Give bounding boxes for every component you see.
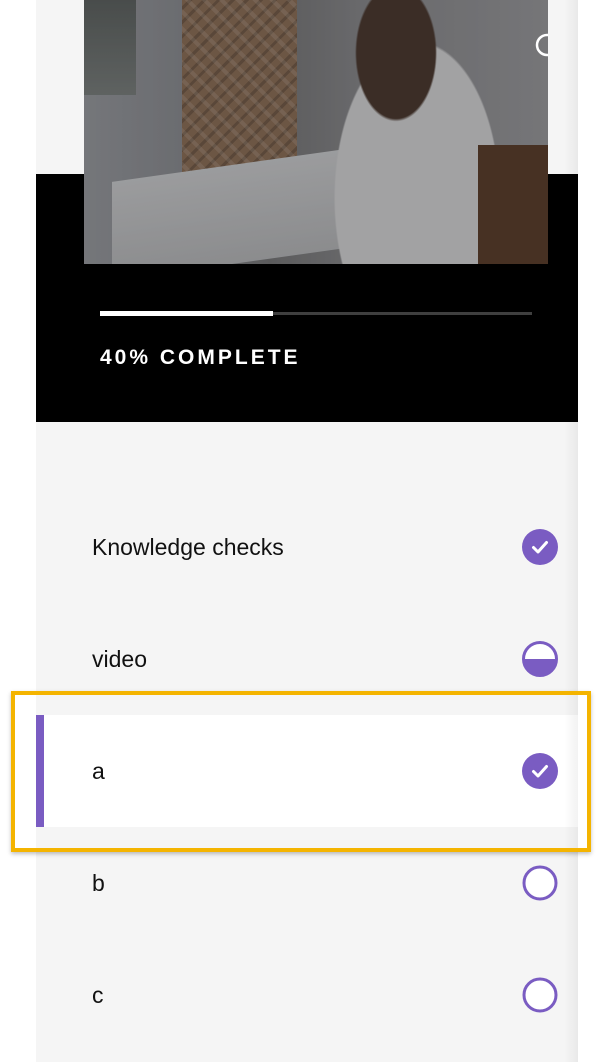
- empty-circle-icon: [522, 865, 558, 901]
- empty-circle-icon: [522, 977, 558, 1013]
- lesson-item[interactable]: b: [36, 827, 578, 939]
- lesson-label: a: [92, 758, 105, 784]
- check-circle-icon: [522, 529, 558, 565]
- lesson-label: video: [92, 646, 147, 672]
- course-sidebar: 40% COMPLETE Knowledge checks video a b c: [36, 0, 578, 1062]
- lesson-item[interactable]: Knowledge checks: [36, 491, 578, 603]
- course-page: 40% COMPLETE Knowledge checks video a b c: [0, 0, 604, 1062]
- search-button[interactable]: [532, 30, 548, 66]
- half-circle-icon: [522, 641, 558, 677]
- lesson-label: Knowledge checks: [92, 534, 284, 560]
- lesson-item[interactable]: a: [36, 715, 578, 827]
- progress-bar: [100, 311, 532, 316]
- lesson-list: Knowledge checks video a b c: [36, 491, 578, 1051]
- check-circle-icon: [522, 753, 558, 789]
- lesson-label: c: [92, 982, 104, 1008]
- course-cover-image: [84, 0, 548, 264]
- lesson-item[interactable]: c: [36, 939, 578, 1051]
- progress-label: 40% COMPLETE: [100, 346, 301, 369]
- search-icon: [535, 33, 548, 57]
- progress-bar-fill: [100, 311, 273, 316]
- lesson-item[interactable]: video: [36, 603, 578, 715]
- lesson-label: b: [92, 870, 105, 896]
